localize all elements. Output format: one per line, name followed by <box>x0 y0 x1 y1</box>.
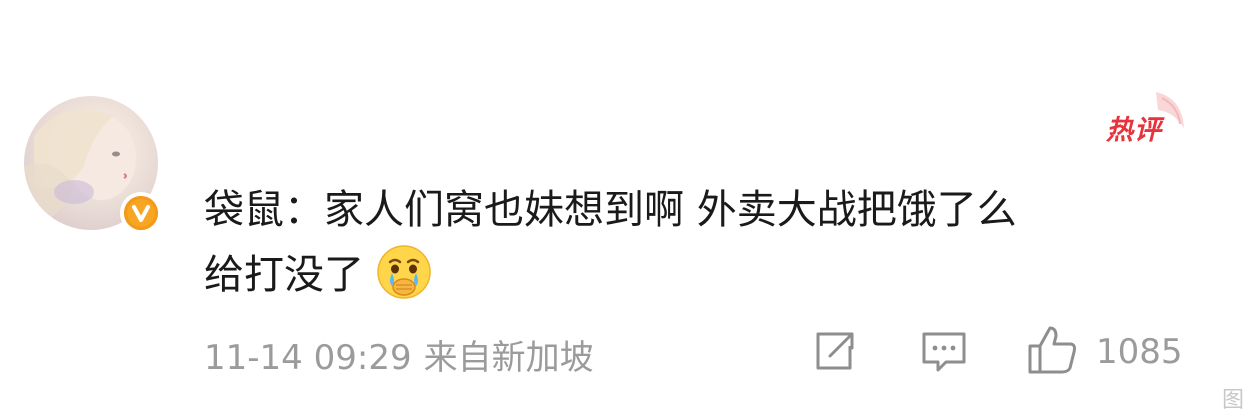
verified-v-icon <box>124 196 158 230</box>
like-count: 1085 <box>1096 332 1183 372</box>
comment-card: 热评 袋鼠：家人们窝也妹想到啊 外卖大战把饿了么 给打没了 11-14 09:2… <box>0 0 1260 420</box>
hot-comment-tag: 热评 <box>1098 88 1188 146</box>
comment-content-line2: 给打没了 <box>204 252 364 298</box>
comment-bubble-icon <box>922 332 966 372</box>
thumbs-up-icon <box>1028 326 1076 374</box>
crying-face-emoji-icon <box>374 242 434 302</box>
hot-tag-label: 热评 <box>1106 115 1162 146</box>
comment-content-line1: 家人们窝也妹想到啊 外卖大战把饿了么 <box>324 187 1017 233</box>
verified-badge <box>120 192 162 234</box>
comment-author[interactable]: 袋鼠 <box>204 187 284 233</box>
comment-meta: 11-14 09:29 来自新加坡 <box>204 330 594 379</box>
author-separator: ： <box>284 187 324 233</box>
reply-button[interactable] <box>918 322 970 378</box>
comment-text: 袋鼠：家人们窝也妹想到啊 外卖大战把饿了么 给打没了 <box>204 178 1204 307</box>
share-icon <box>816 332 854 370</box>
like-button[interactable]: 1085 <box>1022 322 1192 378</box>
comment-location: 来自新加坡 <box>423 338 594 378</box>
watermark: 图 <box>1221 388 1244 413</box>
share-button[interactable] <box>808 322 860 378</box>
comment-timestamp: 11-14 09:29 <box>204 338 412 378</box>
